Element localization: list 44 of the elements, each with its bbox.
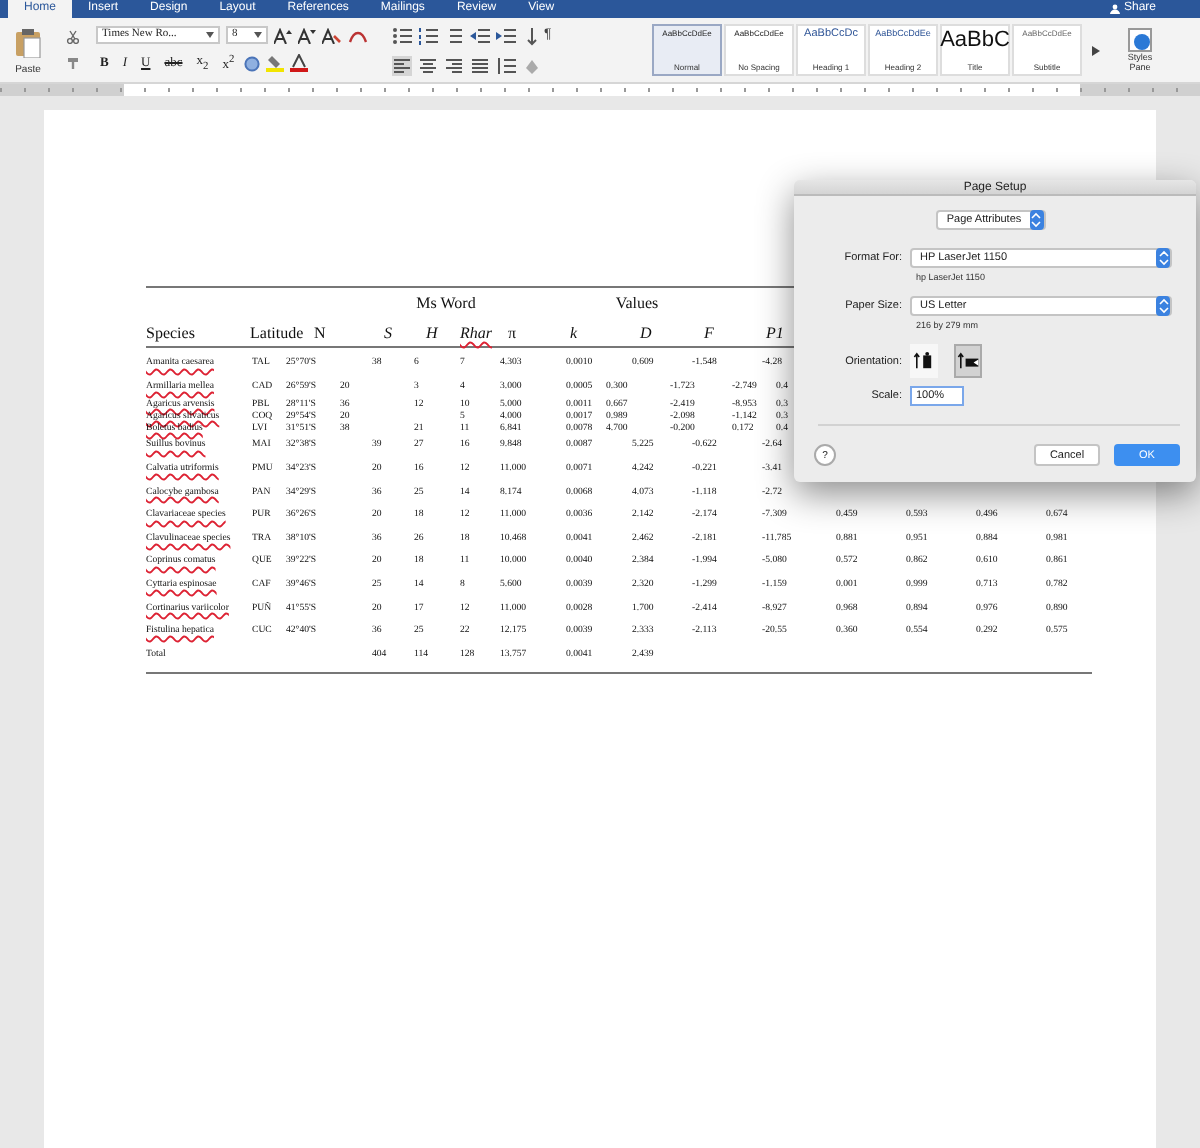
column-header: S <box>384 324 394 342</box>
column-header: Latitude <box>250 324 306 342</box>
column-header: Species <box>146 324 197 342</box>
person-icon <box>1109 4 1120 14</box>
landscape-orientation-button[interactable] <box>954 344 982 378</box>
column-header: F <box>704 324 716 342</box>
more-styles-icon[interactable] <box>1092 45 1100 55</box>
sort-icon[interactable] <box>522 25 538 45</box>
justify-icon[interactable] <box>470 55 490 75</box>
text-effects-icon[interactable] <box>244 55 261 72</box>
clear-format-icon[interactable] <box>322 27 342 44</box>
grow-font-icon[interactable] <box>274 27 292 44</box>
portrait-orientation-button[interactable] <box>910 344 938 378</box>
up-down-arrows-icon <box>1157 298 1169 314</box>
highlighter-icon[interactable] <box>266 54 285 73</box>
decrease-indent-icon[interactable] <box>470 25 490 45</box>
group-header: Values <box>613 294 661 312</box>
column-header: H <box>426 324 440 342</box>
column-header: D <box>640 324 654 342</box>
column-header: k <box>570 324 580 342</box>
align-right-icon[interactable] <box>444 55 464 75</box>
font-color-icon[interactable] <box>290 54 309 73</box>
numbered-list-icon[interactable] <box>418 25 438 45</box>
column-header: P1 <box>766 324 786 342</box>
up-down-arrows-icon <box>1157 250 1169 266</box>
group-header: Ms Word <box>414 294 478 312</box>
column-header: π <box>508 324 519 342</box>
paintbrush-icon[interactable] <box>65 56 79 70</box>
up-down-arrows-icon <box>1030 212 1043 228</box>
caret-icon <box>206 32 214 39</box>
scissors-icon[interactable] <box>65 30 79 44</box>
caret-icon <box>254 32 262 39</box>
line-spacing-icon[interactable] <box>496 55 516 75</box>
align-center-icon[interactable] <box>418 55 438 75</box>
ruler[interactable] <box>0 84 1200 96</box>
align-left-icon[interactable] <box>392 55 412 75</box>
column-header: Rhar <box>460 324 494 342</box>
styles-pane-icon <box>1128 27 1152 52</box>
clipboard-icon[interactable] <box>14 28 42 58</box>
increase-indent-icon[interactable] <box>496 25 516 45</box>
bullet-list-icon[interactable] <box>392 25 412 45</box>
shrink-font-icon[interactable] <box>298 27 316 44</box>
column-header: N <box>314 324 328 342</box>
multilevel-list-icon[interactable] <box>444 25 464 45</box>
